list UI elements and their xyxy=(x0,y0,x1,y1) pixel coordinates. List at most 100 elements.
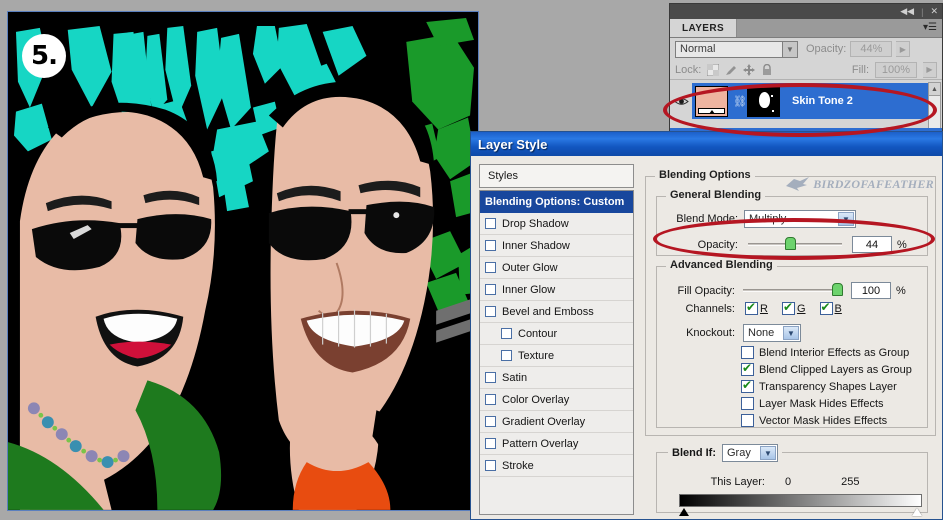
knockout-select[interactable]: None ▼ xyxy=(743,324,801,342)
opacity-slider[interactable] xyxy=(748,237,842,250)
style-checkbox[interactable] xyxy=(485,438,496,449)
layer-visibility-cell[interactable] xyxy=(672,83,691,119)
scroll-up-arrow-icon[interactable]: ▲ xyxy=(929,83,940,96)
style-checkbox[interactable] xyxy=(485,218,496,229)
style-item-bevel-and-emboss[interactable]: Bevel and Emboss xyxy=(480,301,633,323)
blend-mode-chevron-down-icon[interactable]: ▼ xyxy=(838,212,854,226)
fill-opacity-slider[interactable] xyxy=(743,283,843,296)
mask-head-shape xyxy=(759,91,770,108)
this-layer-max: 255 xyxy=(841,476,860,488)
style-item-texture[interactable]: Texture xyxy=(480,345,633,367)
style-item-stroke[interactable]: Stroke xyxy=(480,455,633,477)
paint-lock-icon[interactable] xyxy=(725,64,737,76)
checkbox-blend-interior-effects[interactable]: Blend Interior Effects as Group xyxy=(741,344,912,361)
style-item-outer-glow[interactable]: Outer Glow xyxy=(480,257,633,279)
fill-value[interactable]: 100% xyxy=(875,61,917,78)
layer-row-skin-tone-2[interactable]: ⛓ Skin Tone 2 xyxy=(692,83,928,119)
layer-opacity-stepper-icon[interactable]: ▶ xyxy=(896,41,911,57)
channel-g[interactable]: G xyxy=(781,300,806,315)
this-layer-gradient-bar[interactable] xyxy=(679,494,922,507)
opacity-input[interactable]: 44 xyxy=(852,236,892,253)
style-checkbox[interactable] xyxy=(485,372,496,383)
channel-r-checkbox[interactable] xyxy=(745,300,758,315)
close-panel-icon[interactable]: ✕ xyxy=(930,7,938,16)
layer-name[interactable]: Skin Tone 2 xyxy=(792,95,853,107)
transparency-lock-icon[interactable] xyxy=(707,63,720,76)
move-lock-icon[interactable] xyxy=(743,63,756,76)
blend-if-label: Blend If: xyxy=(672,447,716,459)
checkbox-blend-clipped-layers[interactable]: Blend Clipped Layers as Group xyxy=(741,361,912,378)
fill-opacity-slider-knob[interactable] xyxy=(832,283,843,296)
styles-header[interactable]: Styles xyxy=(479,164,634,188)
layer-opacity-value[interactable]: 44% xyxy=(850,41,893,57)
style-checkbox[interactable] xyxy=(485,394,496,405)
panel-title-bar: ◀◀ | ✕ xyxy=(670,4,942,19)
blending-options-legend: Blending Options xyxy=(655,169,755,181)
channel-r[interactable]: R xyxy=(745,300,768,315)
document-window[interactable]: 5. xyxy=(7,11,479,511)
knockout-row: Knockout: None ▼ xyxy=(663,324,801,342)
style-checkbox[interactable] xyxy=(485,284,496,295)
style-checkbox[interactable] xyxy=(485,262,496,273)
fill-opacity-input[interactable]: 100 xyxy=(851,282,891,299)
style-checkbox[interactable] xyxy=(501,350,512,361)
style-item-gradient-overlay[interactable]: Gradient Overlay xyxy=(480,411,633,433)
checkbox-transparency-shapes-layer[interactable]: Transparency Shapes Layer xyxy=(741,378,912,395)
blend-mode-select[interactable]: Multiply ▼ xyxy=(744,210,856,228)
style-item-label: Color Overlay xyxy=(502,393,570,406)
style-item-inner-glow[interactable]: Inner Glow xyxy=(480,279,633,301)
collapse-panel-icon[interactable]: ◀◀ xyxy=(900,7,914,16)
blend-interior-effects-checkbox[interactable] xyxy=(741,346,754,359)
style-checkbox[interactable] xyxy=(501,328,512,339)
style-checkbox[interactable] xyxy=(485,416,496,427)
style-item-contour[interactable]: Contour xyxy=(480,323,633,345)
transparency-shapes-layer-checkbox[interactable] xyxy=(741,378,754,393)
channels-label: Channels: xyxy=(685,302,735,315)
checkbox-vector-mask-hides-effects[interactable]: Vector Mask Hides Effects xyxy=(741,412,912,429)
blend-if-chevron-down-icon[interactable]: ▼ xyxy=(760,446,776,460)
style-checkbox[interactable] xyxy=(485,240,496,251)
layer-mask-hides-effects-checkbox[interactable] xyxy=(741,397,754,410)
channel-g-checkbox[interactable] xyxy=(781,300,795,315)
layer-blend-mode-chevron-down-icon[interactable]: ▼ xyxy=(783,40,798,58)
layers-panel[interactable]: ◀◀ | ✕ LAYERS ▾☰ Normal ▼ Opacity: 44% ▶… xyxy=(669,3,943,135)
fill-opacity-slider-track[interactable] xyxy=(743,289,843,292)
visibility-eye-icon[interactable] xyxy=(674,96,689,107)
checkbox-layer-mask-hides-effects[interactable]: Layer Mask Hides Effects xyxy=(741,395,912,412)
channel-b[interactable]: B xyxy=(819,300,842,315)
vector-mask-hides-effects-checkbox[interactable] xyxy=(741,414,754,427)
all-lock-icon[interactable] xyxy=(761,63,773,76)
channel-b-checkbox[interactable] xyxy=(819,300,833,315)
this-layer-white-stop[interactable] xyxy=(912,508,922,516)
tab-layers[interactable]: LAYERS xyxy=(670,19,738,37)
this-layer-gradient-slider[interactable] xyxy=(679,494,922,517)
layer-mask-thumbnail[interactable] xyxy=(747,85,780,117)
fill-stepper-icon[interactable]: ▶ xyxy=(923,61,937,78)
checkbox-label: Vector Mask Hides Effects xyxy=(759,414,888,427)
this-layer-black-stop[interactable] xyxy=(679,508,689,516)
layer-style-title-bar[interactable]: Layer Style xyxy=(471,132,942,156)
panel-menu-icon[interactable]: ▾☰ xyxy=(923,23,937,33)
style-item-satin[interactable]: Satin xyxy=(480,367,633,389)
layer-style-dialog[interactable]: Layer Style Styles Blending Options: Cus… xyxy=(470,131,943,520)
layer-mask-link-icon[interactable]: ⛓ xyxy=(733,95,747,108)
channel-b-label: B xyxy=(834,302,842,315)
layer-thumbnail[interactable] xyxy=(695,85,728,117)
layer-blend-mode-select[interactable]: Normal xyxy=(675,40,783,58)
blend-clipped-layers-checkbox[interactable] xyxy=(741,361,754,376)
style-checkbox[interactable] xyxy=(485,306,496,317)
opacity-slider-knob[interactable] xyxy=(784,237,796,250)
style-item-color-overlay[interactable]: Color Overlay xyxy=(480,389,633,411)
layer-opacity-label: Opacity: xyxy=(806,43,847,55)
style-item-inner-shadow[interactable]: Inner Shadow xyxy=(480,235,633,257)
layer-blend-mode-value: Normal xyxy=(680,43,716,55)
style-checkbox[interactable] xyxy=(485,460,496,471)
styles-list[interactable]: Blending Options: Custom Drop Shadow Inn… xyxy=(479,190,634,515)
layer-list-scrollbar[interactable]: ▲ xyxy=(928,82,941,130)
blend-if-channel-select[interactable]: Gray ▼ xyxy=(722,444,778,462)
style-item-label: Outer Glow xyxy=(502,261,558,274)
style-item-drop-shadow[interactable]: Drop Shadow xyxy=(480,213,633,235)
style-item-pattern-overlay[interactable]: Pattern Overlay xyxy=(480,433,633,455)
knockout-chevron-down-icon[interactable]: ▼ xyxy=(783,326,799,340)
style-item-blending-options[interactable]: Blending Options: Custom xyxy=(480,191,633,213)
